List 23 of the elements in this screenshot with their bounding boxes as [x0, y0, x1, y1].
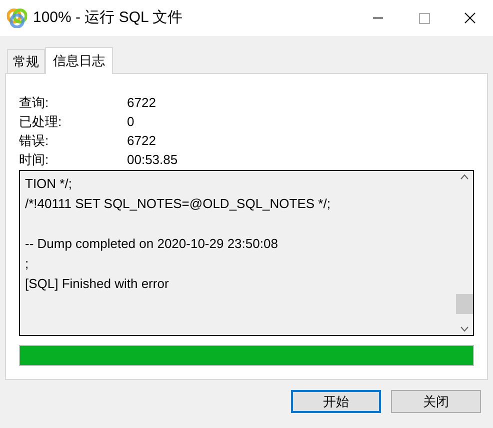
stat-value: 00:53.85	[127, 150, 178, 169]
tab[interactable]: 常规	[7, 49, 45, 73]
stat-label: 已处理:	[19, 112, 63, 131]
stat-value: 0	[127, 112, 134, 131]
scrollbar[interactable]	[456, 171, 473, 335]
scroll-down-icon[interactable]	[460, 326, 469, 332]
log-line: /*!40111 SET SQL_NOTES=@OLD_SQL_NOTES */;	[25, 195, 330, 213]
stat-value: 6722	[127, 132, 156, 150]
log-line: TION */;	[25, 175, 72, 193]
log-line: ;	[25, 255, 29, 273]
stat-label: 错误:	[19, 132, 50, 150]
scroll-thumb[interactable]	[456, 294, 473, 314]
scroll-up-icon[interactable]	[460, 174, 469, 180]
dialog-button[interactable]: 关闭	[391, 390, 481, 413]
log-line: [SQL] Finished with error	[25, 275, 169, 293]
stat-label: 查询:	[19, 94, 50, 112]
app-logo-icon	[7, 8, 27, 28]
stat-value: 6722	[127, 94, 156, 112]
stat-label: 时间:	[19, 150, 50, 169]
tab[interactable]: 信息日志	[45, 47, 113, 74]
window-title: 100% - 运行 SQL 文件	[33, 8, 182, 28]
log-line: -- Dump completed on 2020-10-29 23:50:08	[25, 235, 278, 253]
dialog-button[interactable]: 开始	[291, 390, 381, 413]
